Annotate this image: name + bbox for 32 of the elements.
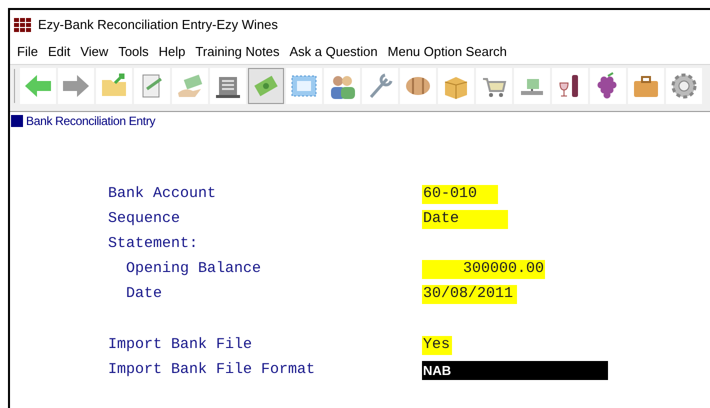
field-label: Opening Balance <box>126 260 262 278</box>
app-icon <box>14 18 32 32</box>
menu-item[interactable]: Menu Option Search <box>382 42 512 62</box>
form-title: Bank Reconciliation Entry <box>26 113 156 130</box>
field-label: Import Bank File Format <box>108 361 316 378</box>
section-heading: Statement: <box>108 234 198 254</box>
toolbar-button[interactable] <box>628 68 664 104</box>
menu-item[interactable]: Help <box>154 42 190 62</box>
input-field[interactable]: 30/08/2011 <box>422 285 517 304</box>
field-label: Sequence <box>108 210 180 228</box>
input-field[interactable]: 300000.00 <box>422 260 545 279</box>
toolbar-button[interactable] <box>552 68 588 104</box>
input-field[interactable]: Date <box>422 210 508 229</box>
toolbar-button[interactable] <box>400 68 436 104</box>
menu-item[interactable]: Ask a Question <box>284 42 383 62</box>
input-field[interactable]: 60-010 <box>422 185 498 204</box>
menu-item[interactable]: Tools <box>113 42 154 62</box>
input-field[interactable]: Yes <box>422 336 452 355</box>
toolbar-button[interactable] <box>210 68 246 104</box>
gear-icon <box>669 70 699 100</box>
field-label: Import Bank File <box>108 336 252 354</box>
menu-item[interactable]: View <box>75 42 114 62</box>
menu-item[interactable]: Training Notes <box>190 42 284 62</box>
menu-item[interactable]: File <box>12 42 43 62</box>
input-field[interactable]: NAB <box>422 361 608 380</box>
field-label: Date <box>126 285 162 302</box>
toolbar-button[interactable] <box>590 68 626 104</box>
field-label: Bank Account <box>108 185 216 202</box>
menu-item[interactable]: Edit <box>42 42 76 62</box>
toolbar-button[interactable] <box>324 68 360 104</box>
window-title: Ezy-Bank Reconciliation Entry-Ezy Wines <box>38 16 278 34</box>
form-marker-icon <box>11 115 23 127</box>
